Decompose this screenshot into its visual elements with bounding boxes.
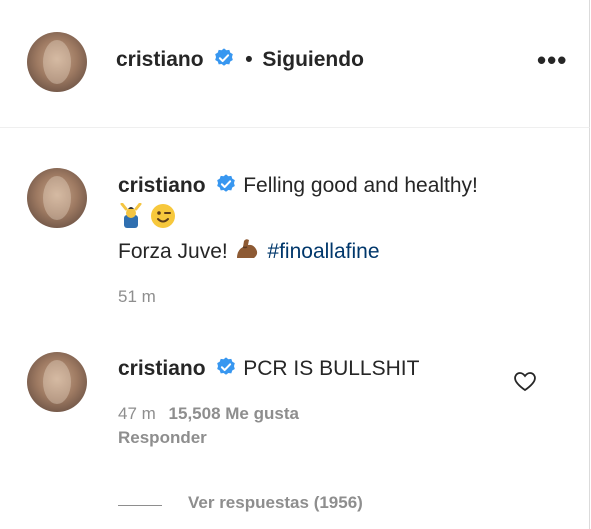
comment-time[interactable]: 47 m [118,404,156,423]
comment-line: cristiano PCR IS BULLSHIT [118,354,498,384]
flexed-biceps-icon [236,239,257,258]
comment-avatar[interactable] [27,352,87,412]
comment-meta: 47 m 15,508 Me gusta [118,404,498,424]
separator-dot: • [245,48,253,71]
comment-block: cristiano PCR IS BULLSHIT 47 m 15,508 Me… [118,354,498,448]
caption-text: Felling good and healthy! [243,174,478,197]
caption-username[interactable]: cristiano [118,174,206,197]
verified-badge-icon [215,48,234,66]
more-options-icon[interactable]: ••• [537,47,566,73]
header-username[interactable]: cristiano [116,48,204,71]
following-button[interactable]: Siguiendo [262,48,364,71]
verified-badge-icon [217,357,236,375]
caption-time[interactable]: 51 m [118,287,558,307]
post-header: cristiano • Siguiendo ••• [0,0,590,128]
comment-likes[interactable]: 15,508 Me gusta [169,404,299,423]
replies-divider [118,505,162,506]
verified-badge-icon [217,174,236,192]
comment-username[interactable]: cristiano [118,357,206,380]
caption-block: cristiano Felling good and healthy! Forz… [118,171,558,307]
person-raising-hands-icon [120,203,142,228]
caption-line-3: Forza Juve! #finoallafine [118,236,558,267]
heart-icon[interactable] [513,370,537,392]
reply-button[interactable]: Responder [118,428,498,448]
header-user-row: cristiano • Siguiendo [116,47,364,72]
winking-face-icon [150,204,175,228]
view-replies-button[interactable]: Ver respuestas (1956) [188,493,363,513]
comment-text: PCR IS BULLSHIT [243,357,420,380]
avatar[interactable] [27,32,87,92]
caption-forza-text: Forza Juve! [118,240,228,263]
caption-line-1: cristiano Felling good and healthy! [118,171,558,201]
caption-avatar[interactable] [27,168,87,228]
hashtag-link[interactable]: #finoallafine [267,240,379,263]
caption-line-2 [118,203,558,234]
